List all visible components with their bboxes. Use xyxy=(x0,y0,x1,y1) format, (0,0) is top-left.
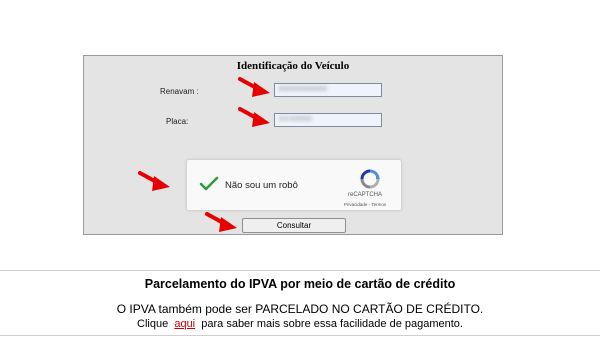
renavam-label: Renavam : xyxy=(160,87,199,96)
arrow-right-icon xyxy=(238,107,270,127)
checkmark-icon[interactable] xyxy=(199,176,219,197)
renavam-value: 00000000000 xyxy=(279,86,328,93)
click-prefix: Clique xyxy=(137,318,169,330)
arrow-right-icon xyxy=(205,212,237,232)
privacy-link[interactable]: Privacidade xyxy=(344,202,368,207)
info-link-line: Clique aqui para saber mais sobre essa f… xyxy=(0,318,600,330)
placa-input[interactable]: XXX0000 xyxy=(274,113,382,127)
form-title: Identificação do Veículo xyxy=(236,60,350,72)
divider-bottom xyxy=(0,335,600,336)
renavam-input[interactable]: 00000000000 xyxy=(274,83,382,97)
recaptcha-widget[interactable]: Não sou um robô reCAPTCHA Privacidade - … xyxy=(186,159,402,211)
recaptcha-logo-icon xyxy=(359,168,381,195)
recaptcha-links: Privacidade - Termos xyxy=(335,202,395,207)
placa-value: XXX0000 xyxy=(279,116,313,123)
vehicle-form-panel: Identificação do Veículo Renavam : 00000… xyxy=(83,55,503,235)
aqui-link[interactable]: aqui xyxy=(174,318,195,330)
click-suffix: para saber mais sobre essa facilidade de… xyxy=(201,318,463,330)
info-text: O IPVA também pode ser PARCELADO NO CART… xyxy=(116,302,484,316)
divider-top xyxy=(0,270,600,271)
recaptcha-brand: reCAPTCHA xyxy=(347,192,382,198)
captcha-label: Não sou um robô xyxy=(225,180,298,191)
arrow-right-icon xyxy=(138,171,170,191)
info-title: Parcelamento do IPVA por meio de cartão … xyxy=(144,277,456,291)
arrow-right-icon xyxy=(238,77,270,97)
terms-link[interactable]: Termos xyxy=(371,202,386,207)
consultar-button[interactable]: Consultar xyxy=(242,218,346,233)
placa-label: Placa: xyxy=(166,117,189,126)
